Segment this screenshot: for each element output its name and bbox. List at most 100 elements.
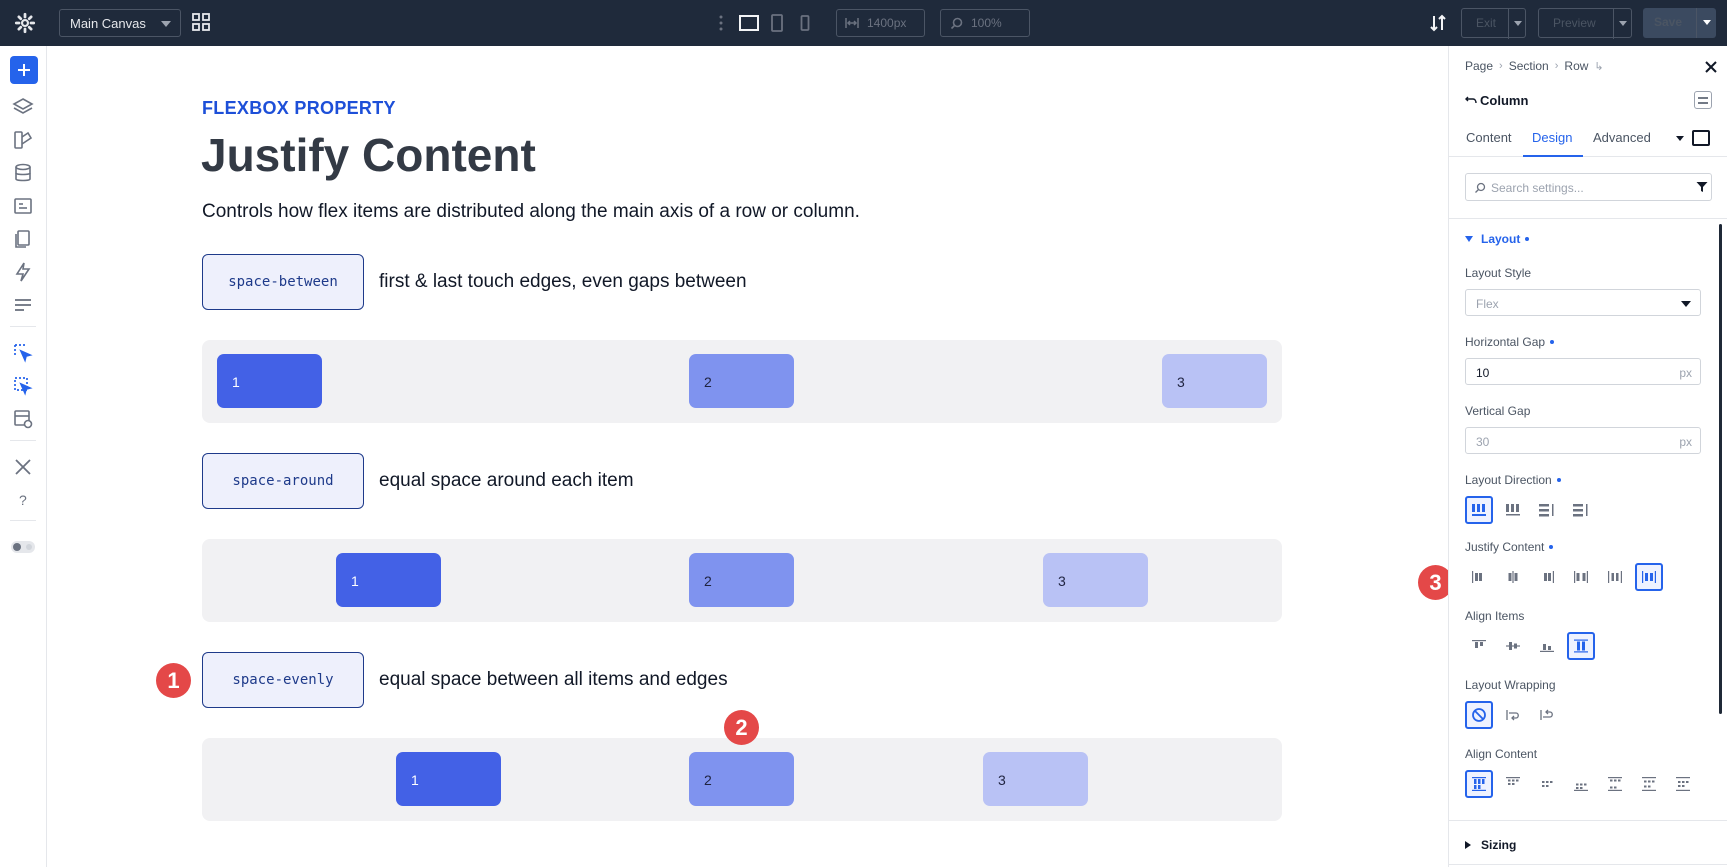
- unit-label[interactable]: px: [1679, 366, 1692, 380]
- justify-space-evenly-button[interactable]: [1635, 563, 1663, 591]
- preview-box-icon[interactable]: [1692, 130, 1710, 146]
- align-content-center-button[interactable]: [1533, 770, 1561, 798]
- flex-item: 3: [1043, 553, 1148, 607]
- canvas-width-input[interactable]: 1400px: [836, 9, 925, 37]
- direction-column-icon: [1539, 504, 1554, 517]
- unit-label[interactable]: px: [1679, 435, 1692, 449]
- field-label-horizontal-gap: Horizontal Gap: [1465, 335, 1555, 349]
- breadcrumb-item[interactable]: Section: [1509, 59, 1549, 73]
- toggle-icon[interactable]: [10, 536, 36, 558]
- flex-item: 1: [336, 553, 441, 607]
- direction-row-reverse-button[interactable]: [1499, 496, 1527, 524]
- panel-scrollbar[interactable]: [1719, 224, 1722, 714]
- search-settings-input[interactable]: Search settings...: [1465, 173, 1712, 201]
- align-content-end-button[interactable]: [1567, 770, 1595, 798]
- zoom-input[interactable]: 100%: [940, 9, 1030, 37]
- direction-column-button[interactable]: [1533, 496, 1561, 524]
- flex-demo-row: 1 2 3: [202, 539, 1282, 622]
- align-content-space-around-button[interactable]: [1635, 770, 1663, 798]
- flex-item: 1: [217, 354, 322, 408]
- more-vertical-icon[interactable]: [718, 13, 724, 33]
- back-arrow-icon[interactable]: [1465, 94, 1477, 106]
- close-icon[interactable]: [1704, 60, 1718, 74]
- field-label: Justify Content: [1465, 540, 1545, 554]
- design-library-icon[interactable]: [12, 129, 34, 151]
- chevron-down-icon[interactable]: [1619, 21, 1627, 26]
- chevron-down-icon[interactable]: [1676, 136, 1684, 141]
- layout-direction-options: [1465, 496, 1601, 524]
- add-element-button[interactable]: [10, 56, 38, 84]
- align-center-button[interactable]: [1499, 632, 1527, 660]
- filter-icon[interactable]: [1696, 181, 1708, 193]
- phone-view-icon[interactable]: [794, 12, 816, 34]
- exit-button[interactable]: Exit: [1461, 8, 1526, 39]
- preview-button[interactable]: Preview: [1538, 8, 1632, 39]
- justify-space-around-button[interactable]: [1601, 563, 1629, 591]
- form-icon[interactable]: [12, 195, 34, 217]
- align-stretch-button[interactable]: [1567, 632, 1595, 660]
- align-content-stretch-button[interactable]: [1465, 770, 1493, 798]
- breadcrumb-item[interactable]: Page: [1465, 59, 1493, 73]
- breadcrumb-item[interactable]: Row: [1564, 59, 1588, 73]
- panel-divider: [1449, 864, 1727, 865]
- align-end-icon: [1540, 644, 1554, 652]
- list-icon[interactable]: [12, 294, 34, 316]
- wrap-button[interactable]: [1499, 701, 1527, 729]
- lightning-icon[interactable]: [12, 261, 34, 283]
- field-label: Layout Wrapping: [1465, 678, 1556, 692]
- help-icon[interactable]: ?: [12, 489, 34, 511]
- tab-advanced[interactable]: Advanced: [1593, 130, 1651, 145]
- justify-space-around-icon: [1608, 571, 1622, 583]
- canvas-select[interactable]: Main Canvas: [59, 9, 181, 37]
- layout-style-select[interactable]: Flex: [1465, 289, 1701, 316]
- vertical-gap-placeholder: 30: [1476, 435, 1490, 449]
- chevron-down-icon[interactable]: [1703, 20, 1711, 25]
- justify-space-between-button[interactable]: [1567, 563, 1595, 591]
- align-content-options: [1465, 770, 1703, 798]
- multi-select-icon[interactable]: [12, 375, 34, 397]
- no-wrap-button[interactable]: [1465, 701, 1493, 729]
- justify-space-evenly-icon: [1642, 571, 1656, 583]
- section-title: Sizing: [1481, 838, 1517, 852]
- justify-end-button[interactable]: [1533, 563, 1561, 591]
- section-layout-toggle[interactable]: Layout: [1465, 232, 1530, 246]
- justify-end-icon: [1544, 571, 1554, 583]
- flex-item: 2: [689, 553, 794, 607]
- save-button[interactable]: Save: [1643, 8, 1716, 38]
- tools-icon[interactable]: [12, 456, 34, 478]
- justify-start-button[interactable]: [1465, 563, 1493, 591]
- field-label: Horizontal Gap: [1465, 335, 1546, 349]
- horizontal-gap-input[interactable]: 10 px: [1465, 358, 1701, 385]
- tab-content[interactable]: Content: [1466, 130, 1512, 145]
- sort-arrows-icon[interactable]: [1429, 13, 1447, 33]
- section-sizing-toggle[interactable]: Sizing: [1465, 838, 1516, 852]
- pages-icon[interactable]: [12, 228, 34, 250]
- align-content-start-button[interactable]: [1499, 770, 1527, 798]
- flex-item: 3: [983, 752, 1088, 806]
- layers-icon[interactable]: [12, 96, 34, 118]
- align-start-button[interactable]: [1465, 632, 1493, 660]
- tablet-view-icon[interactable]: [766, 12, 788, 34]
- select-cursor-icon[interactable]: [12, 342, 34, 364]
- chevron-down-icon[interactable]: [1514, 21, 1522, 26]
- settings-panel: Page › Section › Row ↳ Column Content De…: [1448, 46, 1727, 867]
- grid-icon[interactable]: [191, 12, 211, 32]
- layout-settings-icon[interactable]: [12, 408, 34, 430]
- desktop-view-icon[interactable]: [738, 12, 760, 34]
- direction-row-button[interactable]: [1465, 496, 1493, 524]
- options-icon[interactable]: [1694, 91, 1712, 109]
- align-end-button[interactable]: [1533, 632, 1561, 660]
- wrap-reverse-button[interactable]: [1533, 701, 1561, 729]
- gear-icon[interactable]: [14, 12, 36, 34]
- database-icon[interactable]: [12, 162, 34, 184]
- flex-item: 1: [396, 752, 501, 806]
- direction-row-icon: [1472, 504, 1486, 516]
- justify-center-button[interactable]: [1499, 563, 1527, 591]
- vertical-gap-input[interactable]: 30 px: [1465, 427, 1701, 454]
- align-content-space-evenly-button[interactable]: [1669, 770, 1697, 798]
- tab-design[interactable]: Design: [1532, 130, 1572, 145]
- width-icon: [845, 18, 859, 28]
- align-content-end-icon: [1574, 783, 1588, 791]
- align-content-space-between-button[interactable]: [1601, 770, 1629, 798]
- direction-column-reverse-button[interactable]: [1567, 496, 1595, 524]
